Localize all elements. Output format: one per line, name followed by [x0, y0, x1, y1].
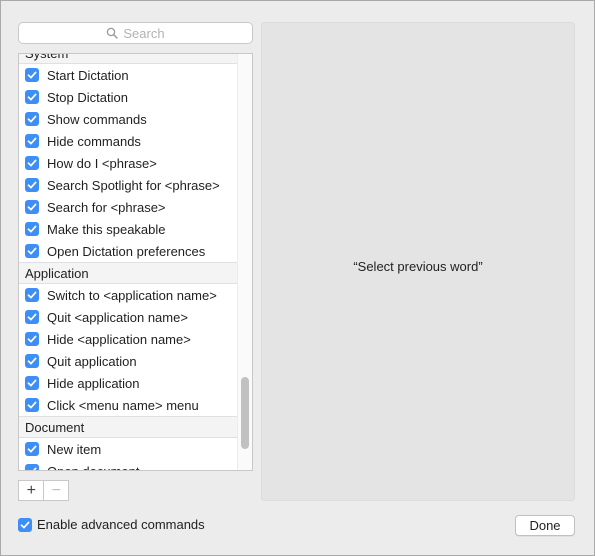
- checkmark-icon: [27, 159, 37, 167]
- command-label: Quit <application name>: [47, 309, 188, 325]
- scrollbar-thumb[interactable]: [241, 377, 249, 449]
- command-label: Show commands: [47, 111, 147, 127]
- command-label: New item: [47, 441, 102, 457]
- command-row[interactable]: Hide commands: [19, 130, 238, 152]
- command-checkbox[interactable]: [25, 310, 39, 324]
- command-row[interactable]: Make this speakable: [19, 218, 238, 240]
- command-label: Search for <phrase>: [47, 199, 166, 215]
- command-label: Hide <application name>: [47, 331, 191, 347]
- search-icon: [106, 27, 119, 39]
- checkmark-icon: [27, 225, 37, 233]
- section-header: System: [19, 54, 238, 64]
- checkmark-icon: [27, 181, 37, 189]
- command-checkbox[interactable]: [25, 222, 39, 236]
- checkmark-icon: [27, 71, 37, 79]
- command-row[interactable]: Start Dictation: [19, 64, 238, 86]
- preview-phrase: “Select previous word”: [353, 259, 483, 274]
- command-row[interactable]: Open Dictation preferences: [19, 240, 238, 262]
- command-label: Hide application: [47, 375, 140, 391]
- done-button[interactable]: Done: [515, 515, 575, 536]
- command-row[interactable]: Switch to <application name>: [19, 284, 238, 306]
- checkmark-icon: [27, 313, 37, 321]
- commands-list[interactable]: System Start Dictation Stop Dictation Show …: [18, 53, 253, 471]
- command-checkbox[interactable]: [25, 134, 39, 148]
- command-label: Open document: [47, 463, 140, 471]
- command-row[interactable]: Show commands: [19, 108, 238, 130]
- search-field[interactable]: Search: [18, 22, 253, 44]
- command-checkbox[interactable]: [25, 156, 39, 170]
- command-checkbox[interactable]: [25, 464, 39, 470]
- command-checkbox[interactable]: [25, 288, 39, 302]
- command-checkbox[interactable]: [25, 178, 39, 192]
- command-label: Hide commands: [47, 133, 141, 149]
- section-header: Document: [19, 416, 238, 438]
- command-label: Stop Dictation: [47, 89, 128, 105]
- command-row[interactable]: How do I <phrase>: [19, 152, 238, 174]
- checkmark-icon: [27, 379, 37, 387]
- checkmark-icon: [27, 93, 37, 101]
- command-label: Click <menu name> menu: [47, 397, 199, 413]
- add-remove-control: + −: [18, 480, 69, 501]
- enable-advanced-checkbox[interactable]: [18, 517, 32, 532]
- commands-list-content: System Start Dictation Stop Dictation Show …: [19, 54, 238, 471]
- enable-advanced-commands[interactable]: Enable advanced commands: [18, 517, 205, 532]
- command-label: Open Dictation preferences: [47, 243, 206, 259]
- checkmark-icon: [27, 247, 37, 255]
- command-label: Start Dictation: [47, 67, 129, 83]
- checkmark-icon: [27, 357, 37, 365]
- command-label: Switch to <application name>: [47, 287, 217, 303]
- command-checkbox[interactable]: [25, 376, 39, 390]
- command-row[interactable]: Hide application: [19, 372, 238, 394]
- command-label: How do I <phrase>: [47, 155, 157, 171]
- command-checkbox[interactable]: [25, 332, 39, 346]
- command-label: Search Spotlight for <phrase>: [47, 177, 220, 193]
- command-row[interactable]: Quit <application name>: [19, 306, 238, 328]
- command-row[interactable]: Stop Dictation: [19, 86, 238, 108]
- checkmark-icon: [27, 115, 37, 123]
- command-checkbox[interactable]: [25, 354, 39, 368]
- remove-command-button[interactable]: −: [43, 481, 68, 500]
- checkmark-icon: [27, 203, 37, 211]
- command-row[interactable]: Click <menu name> menu: [19, 394, 238, 416]
- checkmark-icon: [27, 291, 37, 299]
- command-checkbox[interactable]: [25, 90, 39, 104]
- checkmark-icon: [27, 335, 37, 343]
- command-checkbox[interactable]: [25, 200, 39, 214]
- command-checkbox[interactable]: [25, 112, 39, 126]
- command-label: Make this speakable: [47, 221, 166, 237]
- checkmark-icon: [27, 401, 37, 409]
- command-preview-pane: “Select previous word”: [261, 22, 575, 501]
- checkmark-icon: [33, 467, 37, 470]
- add-command-button[interactable]: +: [19, 481, 43, 500]
- enable-advanced-label: Enable advanced commands: [37, 517, 205, 532]
- section-header: Application: [19, 262, 238, 284]
- command-row[interactable]: Search Spotlight for <phrase>: [19, 174, 238, 196]
- command-row[interactable]: Hide <application name>: [19, 328, 238, 350]
- command-row[interactable]: Quit application: [19, 350, 238, 372]
- command-row[interactable]: Open document: [19, 460, 238, 471]
- checkmark-icon: [20, 521, 30, 528]
- command-checkbox[interactable]: [25, 442, 39, 456]
- command-label: Quit application: [47, 353, 137, 369]
- command-checkbox[interactable]: [25, 244, 39, 258]
- command-row[interactable]: Search for <phrase>: [19, 196, 238, 218]
- checkmark-icon: [27, 445, 37, 453]
- dictation-commands-window: Search System Start Dictation Stop Dictati…: [0, 0, 595, 556]
- command-row[interactable]: New item: [19, 438, 238, 460]
- search-placeholder: Search: [123, 25, 165, 41]
- command-checkbox[interactable]: [25, 398, 39, 412]
- command-checkbox[interactable]: [25, 68, 39, 82]
- scrollbar-track[interactable]: [237, 54, 252, 470]
- checkmark-icon: [27, 137, 37, 145]
